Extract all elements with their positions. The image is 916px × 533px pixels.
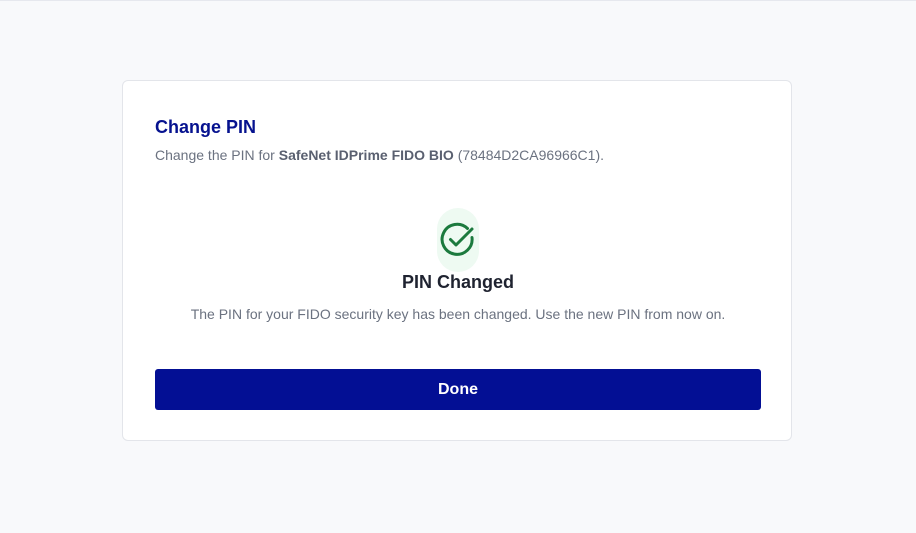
status-icon-container: [437, 208, 479, 272]
dialog-title: Change PIN: [155, 117, 257, 137]
subtitle-prefix: Change the PIN for: [155, 147, 279, 163]
device-serial: (78484D2CA96966C1).: [457, 147, 605, 163]
check-circle-icon: [440, 222, 474, 256]
done-button[interactable]: Done: [155, 369, 761, 410]
status-title: PIN Changed: [401, 272, 514, 292]
change-pin-dialog: Change PIN Change the PIN for SafeNet ID…: [122, 80, 792, 441]
dialog-subtitle: Change the PIN for SafeNet IDPrime FIDO …: [155, 146, 604, 164]
top-divider: [0, 0, 916, 1]
device-name: SafeNet IDPrime FIDO BIO: [278, 147, 454, 163]
status-message: The PIN for your FIDO security key has b…: [190, 306, 726, 322]
